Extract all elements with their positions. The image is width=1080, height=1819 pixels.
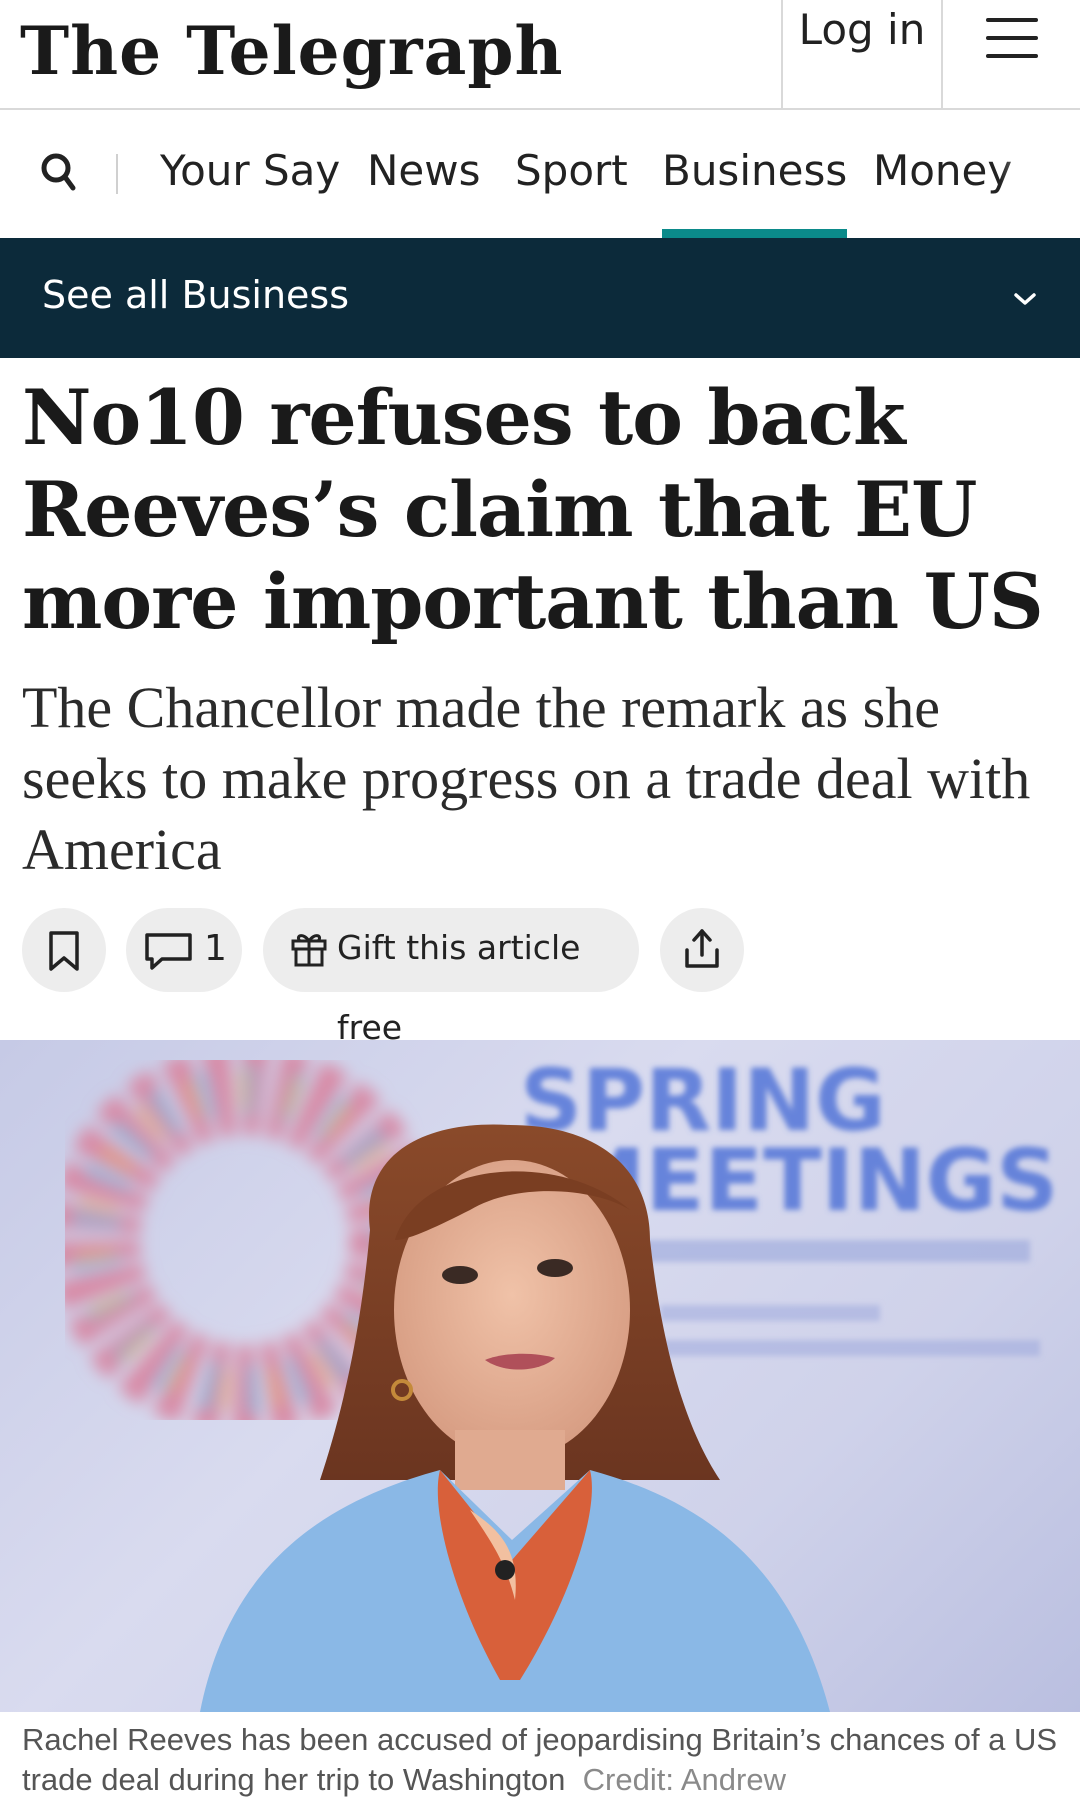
article-hero-image: SPRING MEETINGS [0,1040,1080,1712]
nav-item-news[interactable]: News [367,110,481,238]
login-button-wrap[interactable]: Log in [781,0,943,108]
nav-item-business[interactable]: Business [662,110,848,238]
chevron-down-icon [1014,293,1036,305]
nav-item-sport[interactable]: Sport [515,110,628,238]
article-standfirst: The Chancellor made the remark as she se… [22,675,1031,882]
login-button[interactable]: Log in [783,0,941,60]
nav-divider [116,154,118,194]
section-nav: Your Say News Sport Business Money [0,110,1080,238]
blurred-logo-ring [50,1045,440,1435]
nav-item-your-say[interactable]: Your Say [160,110,340,238]
nav-scroll-fade [1000,110,1080,238]
share-button[interactable] [660,908,744,992]
nav-item-money[interactable]: Money [873,110,1012,238]
article-headline: No10 refuses to back Reeves’s claim that… [22,373,1044,646]
caption-text: Rachel Reeves has been accused of jeopar… [22,1722,1058,1797]
hamburger-menu-icon[interactable] [960,12,1060,72]
site-header: The Telegraph Log in [0,0,1080,110]
comment-icon [145,933,192,970]
bookmark-button[interactable] [22,908,106,992]
gift-icon [291,934,327,967]
search-icon[interactable] [36,148,86,198]
image-credit: Credit: Andrew [582,1762,786,1797]
comment-count: 1 [204,928,227,969]
image-caption: Rachel Reeves has been accused of jeopar… [22,1720,1062,1800]
hero-photo: SPRING MEETINGS [50,1045,1058,1712]
gift-article-button[interactable]: Gift this article free [263,908,639,1047]
comments-button[interactable]: 1 [126,908,242,992]
share-icon [685,929,719,968]
bookmark-icon [49,931,79,971]
telegraph-logo[interactable]: The Telegraph [20,6,563,96]
see-all-business-bar[interactable]: See all Business [0,238,1080,358]
see-all-business-label: See all Business [42,273,350,317]
